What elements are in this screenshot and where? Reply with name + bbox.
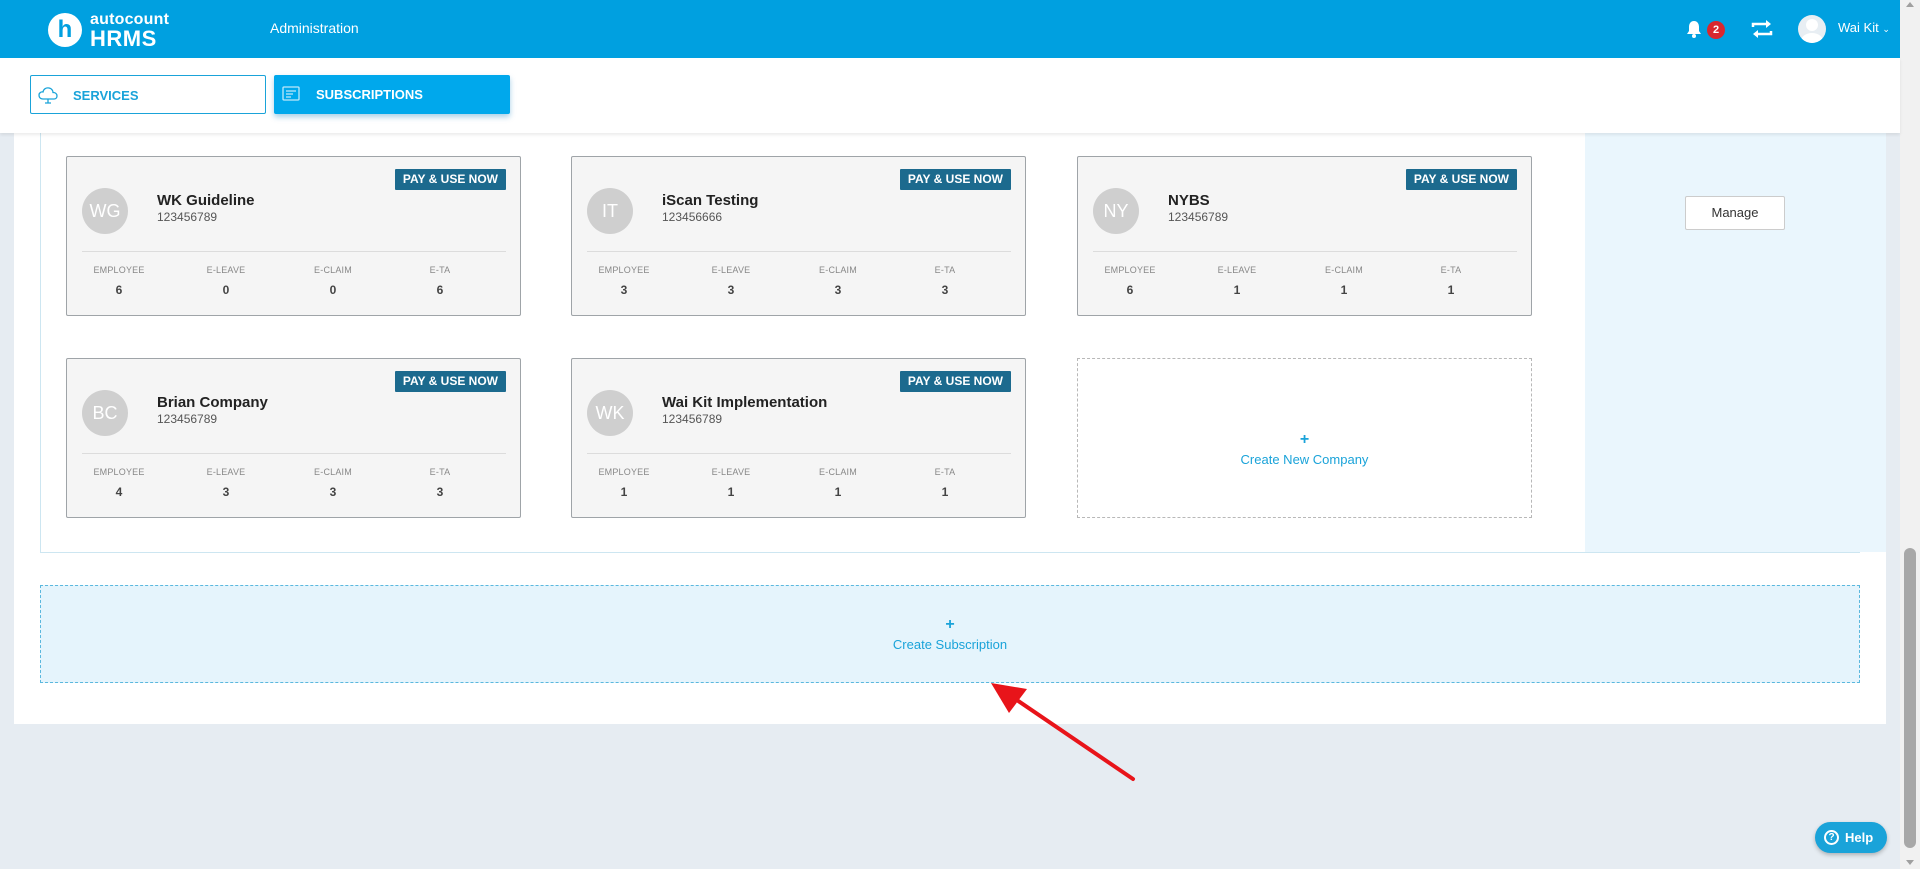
manage-button[interactable]: Manage	[1685, 196, 1785, 230]
company-name: Brian Company	[157, 394, 268, 411]
page-scrollbar[interactable]	[1900, 0, 1920, 869]
stat-e-claim: E-CLAIM 1	[1325, 265, 1363, 297]
pay-and-use-now-button[interactable]: PAY & USE NOW	[394, 169, 506, 190]
switch-company-icon[interactable]	[1749, 17, 1775, 41]
company-reg-no: 123456789	[1168, 210, 1229, 224]
company-reg-no: 123456666	[662, 210, 723, 224]
manage-area: Manage	[1585, 133, 1886, 552]
tabs-bar: SERVICES SUBSCRIPTIONS	[0, 58, 1900, 133]
notification-badge: 2	[1707, 21, 1725, 39]
stat-e-ta: E-TA 3	[429, 467, 451, 499]
user-menu[interactable]: Wai Kit ⌄	[1838, 20, 1890, 35]
stat-e-leave: E-LEAVE 1	[711, 467, 751, 499]
stat-employee: EMPLOYEE 3	[598, 265, 650, 297]
stat-e-claim: E-CLAIM 0	[314, 265, 352, 297]
company-card-wai-kit-implementation[interactable]: PAY & USE NOW WK Wai Kit Implementation …	[571, 358, 1026, 518]
bell-icon[interactable]	[1685, 19, 1703, 39]
user-avatar[interactable]	[1798, 15, 1826, 43]
company-avatar: NY	[1093, 188, 1139, 234]
company-name: WK Guideline	[157, 192, 255, 209]
company-name: iScan Testing	[662, 192, 759, 209]
card-divider	[82, 251, 506, 252]
create-subscription-label: Create Subscription	[892, 637, 1008, 652]
company-card-brian-company[interactable]: PAY & USE NOW BC Brian Company 123456789…	[66, 358, 521, 518]
stat-e-claim: E-CLAIM 1	[819, 467, 857, 499]
plus-icon: +	[945, 616, 955, 633]
stat-e-leave: E-LEAVE 0	[206, 265, 246, 297]
stat-employee: EMPLOYEE 6	[93, 265, 145, 297]
company-reg-no: 123456789	[157, 210, 218, 224]
scroll-down-arrow-icon[interactable]	[1906, 860, 1914, 865]
stat-e-ta: E-TA 3	[934, 265, 956, 297]
pay-and-use-now-button[interactable]: PAY & USE NOW	[1405, 169, 1517, 190]
card-divider	[587, 453, 1011, 454]
help-label: Help	[1845, 830, 1874, 845]
chevron-down-icon: ⌄	[1882, 24, 1890, 34]
logo-bottom-text: HRMS	[90, 26, 157, 51]
card-divider	[82, 453, 506, 454]
scrollbar-thumb[interactable]	[1904, 548, 1916, 848]
company-card-iscan-testing[interactable]: PAY & USE NOW IT iScan Testing 123456666…	[571, 156, 1026, 316]
user-name: Wai Kit	[1838, 20, 1879, 35]
company-avatar: IT	[587, 188, 633, 234]
create-subscription-button[interactable]: + Create Subscription	[40, 585, 1860, 683]
company-card-wk-guideline[interactable]: PAY & USE NOW WG WK Guideline 123456789 …	[66, 156, 521, 316]
stat-e-ta: E-TA 6	[429, 265, 451, 297]
create-new-company-label: Create New Company	[1240, 452, 1369, 467]
tab-services-label: SERVICES	[73, 88, 139, 103]
stat-e-leave: E-LEAVE 3	[206, 467, 246, 499]
pay-and-use-now-button[interactable]: PAY & USE NOW	[394, 371, 506, 392]
help-icon: ?	[1824, 830, 1839, 845]
plus-icon: +	[1299, 431, 1310, 448]
subscriptions-panel: Manage PAY & USE NOW WG WK Guideline 123…	[14, 133, 1886, 724]
stat-e-claim: E-CLAIM 3	[314, 467, 352, 499]
stat-e-leave: E-LEAVE 3	[711, 265, 751, 297]
subscription-icon	[282, 86, 300, 101]
company-name: Wai Kit Implementation	[662, 394, 828, 411]
create-new-company-button[interactable]: + Create New Company	[1077, 358, 1532, 518]
company-avatar: WK	[587, 390, 633, 436]
cloud-icon	[38, 87, 58, 104]
stat-e-ta: E-TA 1	[1440, 265, 1462, 297]
company-name: NYBS	[1168, 192, 1210, 209]
annotation-arrow	[991, 683, 1135, 781]
stat-employee: EMPLOYEE 4	[93, 467, 145, 499]
card-divider	[587, 251, 1011, 252]
stat-employee: EMPLOYEE 6	[1104, 265, 1156, 297]
card-divider	[1093, 251, 1517, 252]
stat-e-ta: E-TA 1	[934, 467, 956, 499]
pay-and-use-now-button[interactable]: PAY & USE NOW	[899, 169, 1011, 190]
company-reg-no: 123456789	[662, 412, 723, 426]
autocount-hrms-logo[interactable]: h autocount HRMS	[48, 11, 188, 51]
company-avatar: BC	[82, 390, 128, 436]
company-avatar: WG	[82, 188, 128, 234]
stat-employee: EMPLOYEE 1	[598, 467, 650, 499]
stat-e-leave: E-LEAVE 1	[1217, 265, 1257, 297]
company-reg-no: 123456789	[157, 412, 218, 426]
tab-subscriptions-label: SUBSCRIPTIONS	[316, 87, 423, 102]
pay-and-use-now-button[interactable]: PAY & USE NOW	[899, 371, 1011, 392]
top-navbar: h autocount HRMS Administration 2 Wai Ki…	[0, 0, 1900, 58]
logo-mark: h	[48, 13, 82, 47]
nav-administration[interactable]: Administration	[270, 20, 359, 36]
tab-services[interactable]: SERVICES	[30, 75, 266, 114]
stat-e-claim: E-CLAIM 3	[819, 265, 857, 297]
help-button[interactable]: ? Help	[1815, 822, 1887, 853]
company-card-nybs[interactable]: PAY & USE NOW NY NYBS 123456789 EMPLOYEE…	[1077, 156, 1532, 316]
scroll-up-arrow-icon[interactable]	[1906, 2, 1914, 7]
tab-subscriptions[interactable]: SUBSCRIPTIONS	[274, 75, 510, 114]
